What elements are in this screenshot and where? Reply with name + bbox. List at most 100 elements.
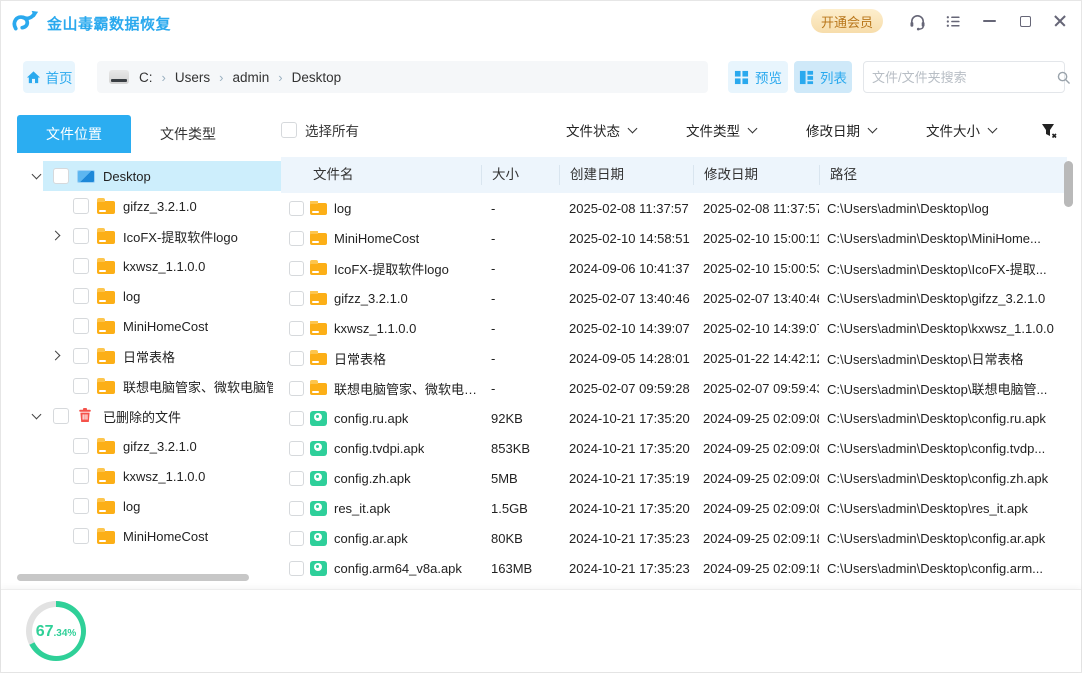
tree-item-label: kxwsz_1.1.0.0 (123, 259, 205, 274)
minimize-button[interactable] (978, 10, 1000, 32)
chevron-icon[interactable] (49, 498, 65, 514)
row-checkbox[interactable] (289, 561, 304, 576)
row-checkbox[interactable] (289, 411, 304, 426)
tree-item-checkbox[interactable] (73, 348, 89, 364)
select-all-checkbox[interactable] (281, 122, 297, 138)
table-row[interactable]: config.ar.apk 80KB 2024-10-21 17:35:23 2… (281, 523, 1067, 553)
filter-file-status-dropdown[interactable]: 文件状态 (566, 120, 638, 140)
row-checkbox[interactable] (289, 201, 304, 216)
vip-button[interactable]: 开通会员 (811, 9, 883, 33)
tree-item[interactable]: 已删除的文件 (17, 401, 281, 431)
view-preview-button[interactable]: 预览 (728, 61, 788, 93)
select-all-control[interactable]: 选择所有 (281, 120, 359, 140)
horizontal-scrollbar-thumb[interactable] (17, 574, 249, 581)
chevron-icon[interactable] (49, 528, 65, 544)
chevron-icon[interactable] (29, 408, 45, 424)
row-checkbox[interactable] (289, 471, 304, 486)
tree-item-checkbox[interactable] (73, 468, 89, 484)
tab-file-type[interactable]: 文件类型 (131, 115, 245, 153)
breadcrumb-drive[interactable]: C: (139, 70, 153, 85)
tree-item-checkbox[interactable] (73, 378, 89, 394)
chevron-icon[interactable] (49, 438, 65, 454)
tree-item-checkbox[interactable] (73, 498, 89, 514)
tree-item-checkbox[interactable] (73, 438, 89, 454)
column-header-name[interactable]: 文件名 (281, 165, 481, 185)
tree-item[interactable]: 日常表格 (17, 341, 281, 371)
table-row[interactable]: config.zh.apk 5MB 2024-10-21 17:35:19 20… (281, 463, 1067, 493)
filter-file-type-dropdown[interactable]: 文件类型 (686, 120, 758, 140)
menu-list-icon[interactable] (942, 10, 964, 32)
search-icon[interactable] (1056, 70, 1071, 85)
tree-item[interactable]: log (17, 281, 281, 311)
tree-item[interactable]: kxwsz_1.1.0.0 (17, 251, 281, 281)
tree-item[interactable]: Desktop (17, 161, 281, 191)
row-checkbox[interactable] (289, 231, 304, 246)
column-header-created[interactable]: 创建日期 (559, 165, 693, 185)
tab-file-location[interactable]: 文件位置 (17, 115, 131, 153)
tree-item-checkbox[interactable] (73, 198, 89, 214)
table-row[interactable]: 日常表格 - 2024-09-05 14:28:01 2025-01-22 14… (281, 343, 1067, 373)
table-row[interactable]: IcoFX-提取软件logo - 2024-09-06 10:41:37 202… (281, 253, 1067, 283)
table-row[interactable]: log - 2025-02-08 11:37:57 2025-02-08 11:… (281, 193, 1067, 223)
tree-item-checkbox[interactable] (53, 408, 69, 424)
table-row[interactable]: config.tvdpi.apk 853KB 2024-10-21 17:35:… (281, 433, 1067, 463)
folder-icon (97, 321, 115, 334)
table-row[interactable]: 联想电脑管家、微软电脑... - 2025-02-07 09:59:28 202… (281, 373, 1067, 403)
chevron-icon[interactable] (49, 258, 65, 274)
breadcrumb-desktop[interactable]: Desktop (292, 70, 342, 85)
tree-item-label: IcoFX-提取软件logo (123, 227, 238, 246)
row-checkbox[interactable] (289, 501, 304, 516)
chevron-icon[interactable] (29, 168, 45, 184)
filter-file-size-dropdown[interactable]: 文件大小 (926, 120, 998, 140)
table-row[interactable]: gifzz_3.2.1.0 - 2025-02-07 13:40:46 2025… (281, 283, 1067, 313)
tree-item[interactable]: 联想电脑管家、微软电脑管家 (17, 371, 281, 401)
file-table-body: log - 2025-02-08 11:37:57 2025-02-08 11:… (281, 193, 1067, 583)
breadcrumb-admin[interactable]: admin (232, 70, 269, 85)
tree-item[interactable]: MiniHomeCost (17, 311, 281, 341)
column-header-path[interactable]: 路径 (819, 165, 1067, 185)
tree-item-checkbox[interactable] (73, 288, 89, 304)
home-button[interactable]: 首页 (23, 61, 75, 93)
tree-item[interactable]: gifzz_3.2.1.0 (17, 431, 281, 461)
tree-item-checkbox[interactable] (73, 228, 89, 244)
chevron-icon[interactable] (49, 288, 65, 304)
tree-item-checkbox[interactable] (73, 318, 89, 334)
tree-item[interactable]: kxwsz_1.1.0.0 (17, 461, 281, 491)
row-checkbox[interactable] (289, 441, 304, 456)
column-header-modified[interactable]: 修改日期 (693, 165, 819, 185)
table-row[interactable]: kxwsz_1.1.0.0 - 2025-02-10 14:39:07 2025… (281, 313, 1067, 343)
tree-item[interactable]: IcoFX-提取软件logo (17, 221, 281, 251)
search-input[interactable] (864, 70, 1056, 85)
tree-item-checkbox[interactable] (53, 168, 69, 184)
vertical-scrollbar-thumb[interactable] (1064, 161, 1073, 207)
maximize-button[interactable] (1014, 10, 1036, 32)
row-checkbox[interactable] (289, 261, 304, 276)
filter-modified-date-dropdown[interactable]: 修改日期 (806, 120, 878, 140)
filter-clear-icon[interactable] (1039, 121, 1061, 141)
close-button[interactable] (1049, 10, 1071, 32)
support-headset-icon[interactable] (906, 10, 928, 32)
chevron-icon[interactable] (49, 198, 65, 214)
row-checkbox[interactable] (289, 381, 304, 396)
chevron-icon[interactable] (49, 468, 65, 484)
tree-item[interactable]: gifzz_3.2.1.0 (17, 191, 281, 221)
chevron-icon[interactable] (49, 348, 65, 364)
row-checkbox[interactable] (289, 291, 304, 306)
column-header-size[interactable]: 大小 (481, 165, 559, 185)
table-row[interactable]: MiniHomeCost - 2025-02-10 14:58:51 2025-… (281, 223, 1067, 253)
tree-item[interactable]: MiniHomeCost (17, 521, 281, 551)
chevron-icon[interactable] (49, 318, 65, 334)
tree-item-checkbox[interactable] (73, 528, 89, 544)
row-checkbox[interactable] (289, 351, 304, 366)
breadcrumb-users[interactable]: Users (175, 70, 210, 85)
table-row[interactable]: res_it.apk 1.5GB 2024-10-21 17:35:20 202… (281, 493, 1067, 523)
tree-item[interactable]: log (17, 491, 281, 521)
chevron-icon[interactable] (49, 228, 65, 244)
table-row[interactable]: config.arm64_v8a.apk 163MB 2024-10-21 17… (281, 553, 1067, 583)
tree-item-checkbox[interactable] (73, 258, 89, 274)
table-row[interactable]: config.ru.apk 92KB 2024-10-21 17:35:20 2… (281, 403, 1067, 433)
row-checkbox[interactable] (289, 531, 304, 546)
chevron-icon[interactable] (49, 378, 65, 394)
row-checkbox[interactable] (289, 321, 304, 336)
view-list-button[interactable]: 列表 (794, 61, 852, 93)
